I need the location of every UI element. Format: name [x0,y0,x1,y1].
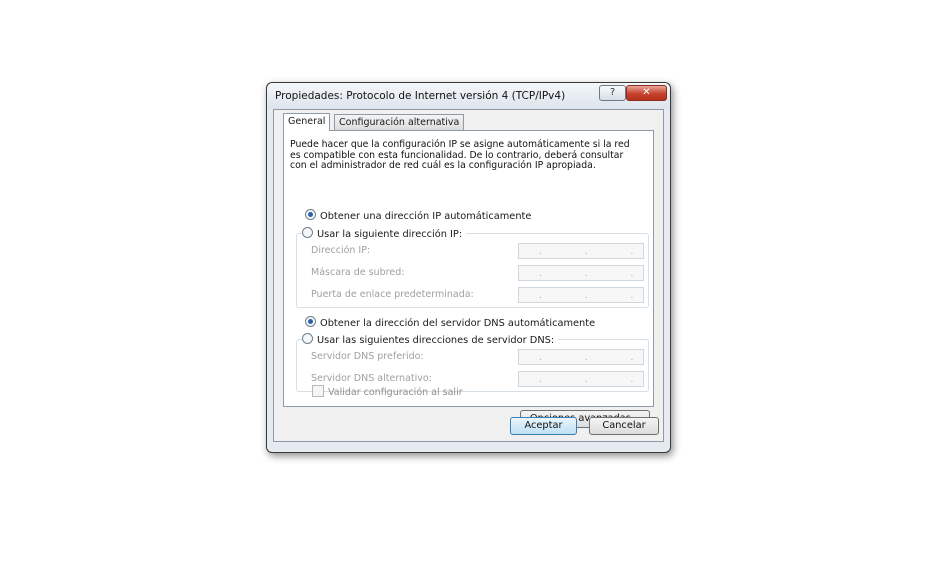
ok-button[interactable]: Aceptar [510,417,577,435]
radio-unselected-icon [302,227,313,238]
validate-on-exit-checkbox[interactable]: Validar configuración al salir [312,385,463,398]
tcpipv4-properties-dialog: Propiedades: Protocolo de Internet versi… [266,82,671,453]
subnet-mask-input[interactable]: . . . [518,265,644,281]
default-gateway-label: Puerta de enlace predeterminada: [311,289,474,300]
description-text: Puede hacer que la configuración IP se a… [290,139,630,171]
cancel-button[interactable]: Cancelar [589,417,659,435]
checkbox-icon [312,385,324,397]
subnet-mask-label: Máscara de subred: [311,267,405,278]
dialog-client-area: General Configuración alternativa Puede … [273,109,664,442]
radio-selected-icon [305,209,316,220]
default-gateway-input[interactable]: . . . [518,287,644,303]
help-icon: ? [609,87,616,98]
title-bar[interactable]: Propiedades: Protocolo de Internet versi… [267,83,670,109]
preferred-dns-input[interactable]: . . . [518,349,644,365]
close-icon: ✕ [642,87,651,98]
tab-general[interactable]: General [283,113,331,131]
ip-manual-radio[interactable]: Usar la siguiente dirección IP: [302,227,467,240]
help-button[interactable]: ? [599,85,626,101]
general-tab-panel: Puede hacer que la configuración IP se a… [283,130,654,407]
alternate-dns-input[interactable]: . . . [518,371,644,387]
ip-manual-label: Usar la siguiente dirección IP: [317,229,463,240]
dns-auto-radio[interactable]: Obtener la dirección del servidor DNS au… [305,316,600,329]
ip-manual-group: Dirección IP: . . . Máscara de subred: .… [296,233,649,308]
preferred-dns-label: Servidor DNS preferido: [311,351,424,362]
ip-address-label: Dirección IP: [311,245,371,256]
validate-on-exit-label: Validar configuración al salir [328,387,463,398]
ip-auto-radio[interactable]: Obtener una dirección IP automáticamente [305,209,536,222]
ip-auto-label: Obtener una dirección IP automáticamente [320,211,532,222]
close-button[interactable]: ✕ [626,85,667,101]
dns-manual-label: Usar las siguientes direcciones de servi… [317,335,555,346]
radio-selected-icon [305,316,316,327]
tab-alternate-configuration[interactable]: Configuración alternativa [334,114,465,130]
window-title: Propiedades: Protocolo de Internet versi… [275,90,566,102]
ip-address-input[interactable]: . . . [518,243,644,259]
radio-unselected-icon [302,333,313,344]
alternate-dns-label: Servidor DNS alternativo: [311,373,432,384]
dns-auto-label: Obtener la dirección del servidor DNS au… [320,318,596,329]
dns-manual-radio[interactable]: Usar las siguientes direcciones de servi… [302,333,559,346]
